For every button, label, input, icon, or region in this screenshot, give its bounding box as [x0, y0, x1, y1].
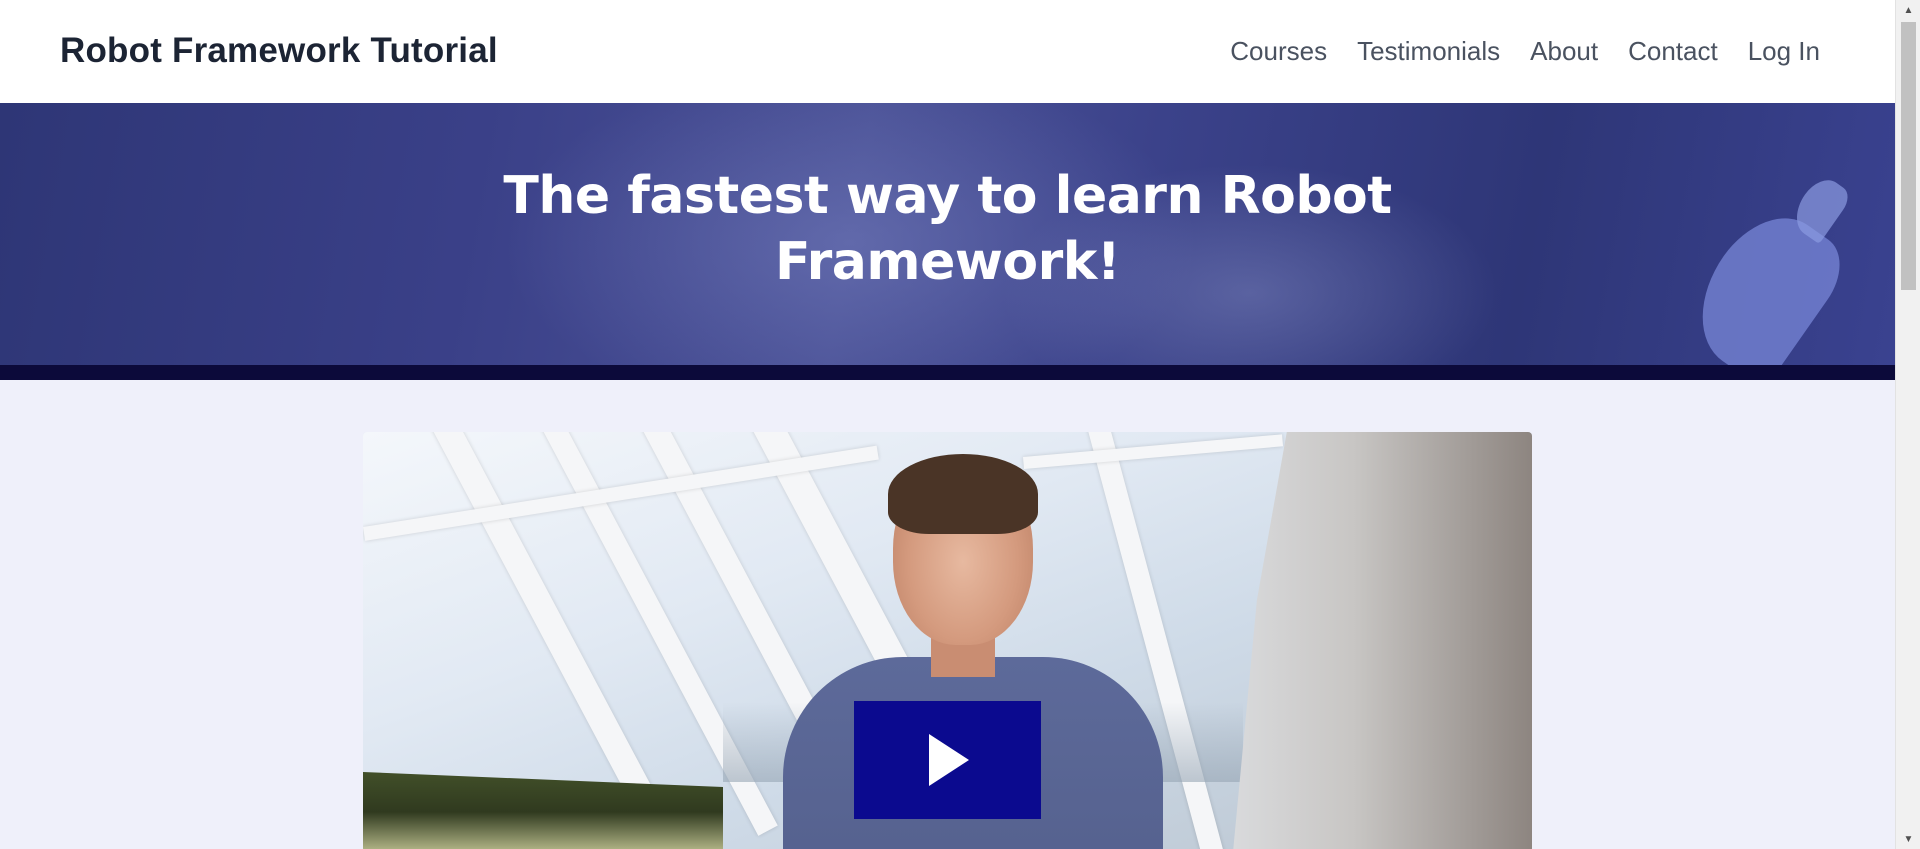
nav-testimonials[interactable]: Testimonials — [1357, 36, 1500, 67]
nav-courses[interactable]: Courses — [1230, 36, 1327, 67]
hero-title: The fastest way to learn Robot Framework… — [0, 163, 1895, 295]
nav-contact[interactable]: Contact — [1628, 36, 1718, 67]
intro-video[interactable] — [363, 432, 1532, 849]
page-scrollbar[interactable]: ▲ ▼ — [1895, 0, 1920, 849]
video-play-button[interactable] — [854, 701, 1041, 819]
scrollbar-thumb[interactable] — [1901, 22, 1916, 290]
presenter-hair — [888, 454, 1038, 534]
scroll-down-arrow-icon[interactable]: ▼ — [1896, 829, 1920, 849]
play-icon — [928, 734, 969, 786]
hero-bottom-bar — [0, 365, 1895, 380]
site-header: Robot Framework Tutorial Courses Testimo… — [0, 0, 1895, 103]
brand-logo-link[interactable]: Robot Framework Tutorial — [60, 31, 498, 71]
main-nav: Courses Testimonials About Contact Log I… — [1230, 36, 1820, 67]
nav-log-in[interactable]: Log In — [1748, 36, 1820, 67]
nav-about[interactable]: About — [1530, 36, 1598, 67]
hero-banner: The fastest way to learn Robot Framework… — [0, 103, 1895, 365]
page: Robot Framework Tutorial Courses Testimo… — [0, 0, 1895, 849]
office-wall — [1233, 432, 1532, 849]
hero-title-line-1: The fastest way to learn Robot — [503, 166, 1392, 226]
scroll-up-arrow-icon[interactable]: ▲ — [1896, 0, 1920, 20]
hero-title-line-2: Framework! — [774, 232, 1121, 292]
